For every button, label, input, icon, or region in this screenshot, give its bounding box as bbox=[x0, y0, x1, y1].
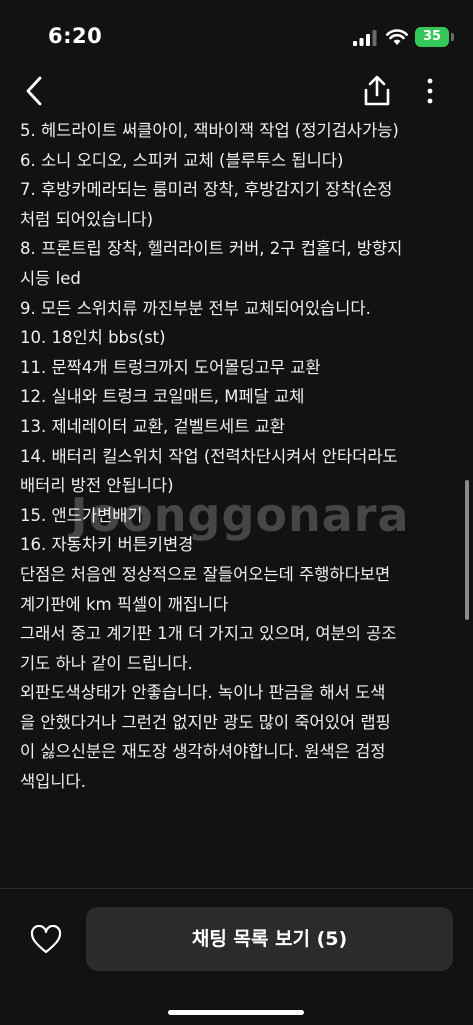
description-line: 그래서 중고 계기판 1개 더 가지고 있으며, 여분의 공조 bbox=[20, 624, 397, 644]
description-line: 단점은 처음엔 정상적으로 잘들어오는데 주행하다보면 bbox=[20, 564, 391, 584]
description-line: 시등 led bbox=[20, 268, 81, 288]
description-line: 을 안했다거나 그런건 없지만 광도 많이 죽어있어 랩핑 bbox=[20, 712, 391, 732]
description-line: 외판도색상태가 안좋습니다. 녹이나 판금을 해서 도색 bbox=[20, 683, 386, 703]
home-indicator bbox=[168, 1010, 304, 1015]
description-line: 기도 하나 같이 드립니다. bbox=[20, 653, 193, 673]
description-line: 7. 후방카메라되는 룸미러 장착, 후방감지기 장착(순정 bbox=[20, 180, 393, 200]
share-icon[interactable] bbox=[360, 74, 394, 108]
status-time: 6:20 bbox=[48, 24, 103, 48]
description-line: 이 싫으신분은 재도장 생각하셔야합니다. 원색은 검정 bbox=[20, 742, 386, 762]
description-line: 색입니다. bbox=[20, 772, 86, 792]
description-line: 16. 자동차키 버튼키변경 bbox=[20, 535, 194, 555]
back-icon[interactable] bbox=[20, 74, 50, 108]
signal-icon bbox=[353, 30, 377, 46]
description-line: 15. 앤드가변배기 bbox=[20, 505, 143, 525]
status-bar: 6:20 35 bbox=[0, 0, 473, 72]
battery-icon: 35 bbox=[415, 27, 449, 47]
wifi-icon bbox=[386, 29, 408, 45]
description-line: 13. 제네레이터 교환, 겉벨트세트 교환 bbox=[20, 416, 285, 436]
heart-icon[interactable] bbox=[30, 925, 62, 955]
scrollbar[interactable] bbox=[465, 480, 469, 620]
description-line: 처럼 되어있습니다) bbox=[20, 209, 154, 229]
bottom-action-bar: 채팅 목록 보기 (5) bbox=[0, 888, 473, 1025]
description-line: 11. 문짝4개 트렁크까지 도어몰딩고무 교환 bbox=[20, 357, 321, 377]
description-line: 5. 헤드라이트 써클아이, 잭바이잭 작업 (정기검사가능) bbox=[20, 121, 399, 140]
product-description: 5. 헤드라이트 써클아이, 잭바이잭 작업 (정기검사가능) 6. 소니 오디… bbox=[20, 116, 456, 876]
description-line: 14. 배터리 킬스위치 작업 (전력차단시켜서 안타더라도 bbox=[20, 446, 398, 466]
battery-percent: 35 bbox=[422, 29, 442, 44]
description-line: 계기판에 km 픽셀이 깨집니다 bbox=[20, 594, 229, 614]
more-icon[interactable] bbox=[416, 74, 444, 108]
description-line: 8. 프론트립 장착, 헬러라이트 커버, 2구 컵홀더, 방향지 bbox=[20, 239, 403, 259]
description-line: 배터리 방전 안됩니다) bbox=[20, 476, 174, 496]
description-line: 12. 실내와 트렁크 코일매트, M페달 교체 bbox=[20, 387, 305, 407]
battery-cap bbox=[451, 33, 454, 41]
description-line: 6. 소니 오디오, 스피커 교체 (블루투스 됩니다) bbox=[20, 150, 344, 170]
top-nav bbox=[0, 72, 473, 114]
chat-list-button[interactable]: 채팅 목록 보기 (5) bbox=[86, 907, 453, 971]
description-line: 9. 모든 스위치류 까진부분 전부 교체되어있습니다. bbox=[20, 298, 371, 318]
description-line: 10. 18인치 bbs(st) bbox=[20, 328, 166, 348]
